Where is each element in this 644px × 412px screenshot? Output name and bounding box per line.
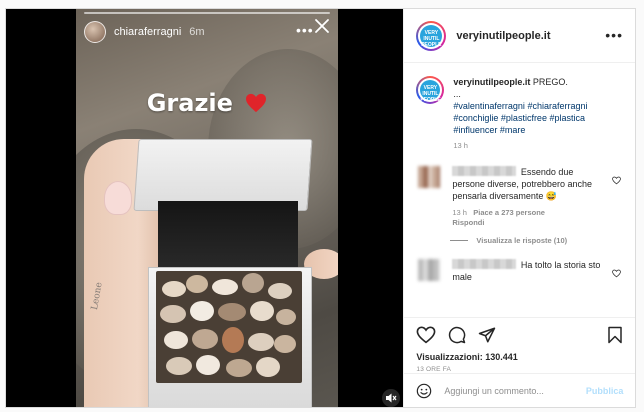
hashtag-link[interactable]: #plasticfree	[501, 113, 547, 123]
share-paper-plane-icon[interactable]	[478, 326, 496, 344]
comment-bubble-icon[interactable]	[448, 326, 466, 344]
bookmark-icon[interactable]	[607, 326, 623, 344]
views-count[interactable]: Visualizzazioni: 130.441	[416, 352, 623, 362]
instagram-post: chiaraferragni 6m ••• Leone Grazie VERY …	[5, 8, 636, 408]
add-comment-input[interactable]	[442, 384, 577, 397]
caption-time: 13 h	[453, 141, 468, 150]
comments-area[interactable]: VERY INUTIL PEOPLE veryinutilpeople.it P…	[404, 64, 635, 314]
reply-button[interactable]: Rispondi	[452, 218, 484, 227]
view-replies-button[interactable]: Visualizza le risposte (10)	[450, 236, 635, 245]
caption-ellipsis: ...	[453, 89, 461, 99]
story-text: Grazie	[146, 89, 233, 117]
caption-text: PREGO.	[532, 77, 568, 87]
publish-button[interactable]: Pubblica	[586, 386, 624, 396]
post-media[interactable]: chiaraferragni 6m ••• Leone Grazie	[6, 9, 404, 407]
comment-likes[interactable]: Piace a 273 persone	[473, 208, 545, 217]
more-options-icon[interactable]: •••	[605, 28, 623, 42]
emoji-smiley-icon[interactable]	[416, 383, 432, 399]
story-progress-bar	[84, 12, 330, 14]
views-number: 130.441	[485, 352, 518, 362]
post-actions: Visualizzazioni: 130.441 13 ORE FA	[404, 317, 636, 373]
story-text-overlay: Grazie	[76, 89, 338, 117]
view-replies-label: Visualizza le risposte (10)	[476, 236, 568, 245]
commenter-avatar-blurred[interactable]	[418, 259, 441, 281]
story-screenshot: chiaraferragni 6m ••• Leone Grazie	[76, 9, 338, 407]
hashtag-link[interactable]: #conchiglie	[453, 113, 498, 123]
shells-in-box	[156, 271, 302, 383]
post-side-panel: VERY INUTIL PEOPLE veryinutilpeople.it •…	[403, 9, 636, 407]
hashtag-link[interactable]: #valentinaferragni	[453, 101, 525, 111]
comment-item: Ha tolto la storia sto male	[404, 259, 635, 283]
red-heart-icon	[246, 93, 267, 113]
account-avatar[interactable]: VERY INUTIL PEOPLE	[416, 20, 447, 51]
comment-item: Essendo due persone diverse, potrebbero …	[404, 166, 635, 228]
speaker-muted-icon	[386, 393, 397, 403]
post-caption: VERY INUTIL PEOPLE veryinutilpeople.it P…	[404, 64, 635, 152]
commenter-name-blurred[interactable]	[452, 259, 517, 269]
account-username[interactable]: veryinutilpeople.it	[456, 30, 550, 42]
hashtag-link[interactable]: #mare	[500, 125, 526, 135]
hashtag-link[interactable]: #chiaraferragni	[527, 101, 587, 111]
story-time: 6m	[189, 26, 205, 38]
hashtag-link[interactable]: #plastica	[549, 113, 585, 123]
thumbnail-nail	[104, 181, 132, 215]
story-more-icon: •••	[296, 22, 314, 38]
close-icon	[315, 19, 329, 33]
commenter-name-blurred[interactable]	[452, 166, 517, 176]
like-comment-heart-icon[interactable]	[612, 176, 622, 185]
account-logo: VERY INUTIL PEOPLE	[420, 80, 441, 103]
views-label: Visualizzazioni:	[416, 352, 483, 362]
post-timestamp: 13 ORE FA	[416, 366, 452, 373]
mute-button[interactable]	[382, 389, 400, 407]
like-comment-heart-icon[interactable]	[612, 269, 622, 278]
post-header: VERY INUTIL PEOPLE veryinutilpeople.it •…	[404, 9, 635, 63]
caption-avatar[interactable]: VERY INUTIL PEOPLE	[416, 76, 445, 104]
story-header: chiaraferragni 6m	[84, 17, 205, 47]
comment-time: 13 h	[452, 208, 467, 217]
box-lid-inner	[158, 201, 298, 271]
story-avatar	[84, 21, 106, 43]
story-username: chiaraferragni	[114, 26, 182, 38]
account-logo: VERY INUTIL PEOPLE	[420, 24, 443, 48]
caption-username[interactable]: veryinutilpeople.it	[453, 77, 530, 87]
like-heart-icon[interactable]	[416, 326, 436, 344]
add-comment-bar: Pubblica	[404, 373, 636, 407]
hashtag-link[interactable]: #influencer	[453, 125, 497, 135]
commenter-avatar-blurred[interactable]	[418, 166, 441, 188]
